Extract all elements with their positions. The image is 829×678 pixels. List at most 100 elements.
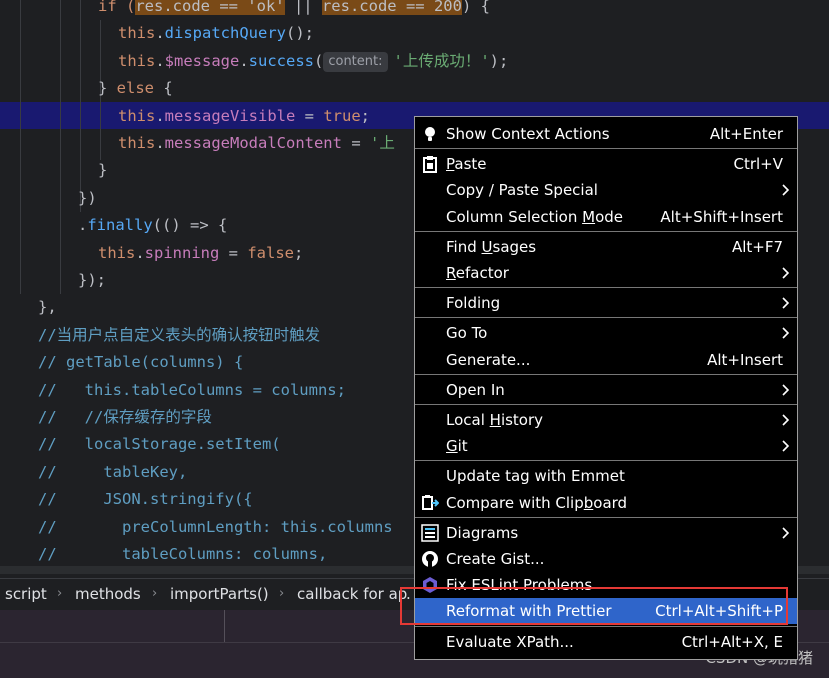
chevron-right-icon: › <box>279 586 285 601</box>
menu-item-label: Show Context Actions <box>446 125 610 143</box>
menu-separator <box>415 148 797 150</box>
code-token: ; <box>294 243 304 262</box>
code-line: }); <box>78 267 106 294</box>
code-token: messageVisible <box>164 106 296 125</box>
code-line: if (res.code == 'ok' || res.code == 200)… <box>98 0 490 20</box>
code-token: ); <box>489 51 509 70</box>
breadcrumb-item-callback[interactable]: callback for ap <box>297 579 407 609</box>
code-token: '上 <box>369 134 395 152</box>
code-token: }, <box>38 298 57 317</box>
code-token: = <box>219 243 248 262</box>
chevron-right-icon <box>781 290 791 316</box>
compare-clipboard-icon <box>421 494 440 512</box>
menu-item-copy-paste-special[interactable]: Copy / Paste Special <box>415 177 797 203</box>
menu-item-label: Copy / Paste Special <box>446 181 598 200</box>
breadcrumb-item-methods[interactable]: methods <box>75 579 141 609</box>
menu-separator <box>415 230 797 232</box>
menu-item-label: Create Gist... <box>446 550 545 568</box>
chevron-right-icon <box>781 520 791 546</box>
code-token: . <box>155 106 165 125</box>
menu-item-label: Update tag with Emmet <box>446 467 625 486</box>
code-token: . <box>135 243 145 262</box>
code-token: { <box>154 79 173 98</box>
menu-item-shortcut: Alt+F7 <box>731 237 783 256</box>
code-token: // getTable(columns) { <box>38 353 244 372</box>
chevron-right-icon: › <box>57 586 63 601</box>
code-token: (); <box>286 24 314 43</box>
chevron-right-icon <box>781 433 791 459</box>
code-token: res.code == 'ok' <box>135 0 285 15</box>
code-token: ) { <box>461 0 490 15</box>
breadcrumb-item-importparts[interactable]: importParts() <box>170 579 269 609</box>
code-line: //当用户点自定义表头的确认按钮时触发 <box>38 322 320 349</box>
indent-guide <box>60 0 61 294</box>
menu-item-column-selection-mode[interactable]: Column Selection Mode Alt+Shift+Insert <box>415 204 797 230</box>
code-token: false <box>247 243 294 262</box>
menu-item-compare-with-clipboard[interactable]: Compare with Clipboard <box>415 490 797 516</box>
code-token: messageModalContent <box>164 134 342 152</box>
code-line: // //保存缓存的字段 <box>38 404 212 431</box>
menu-item-folding[interactable]: Folding <box>415 290 797 316</box>
code-token: success <box>248 51 314 70</box>
menu-item-shortcut: Alt+Enter <box>709 125 783 143</box>
menu-separator <box>415 404 797 405</box>
github-icon <box>421 550 439 568</box>
code-line: this.spinning = false; <box>98 240 303 267</box>
breadcrumb-item-script[interactable]: script <box>5 579 47 609</box>
diagrams-icon <box>421 524 439 542</box>
menu-item-label: Local History <box>446 411 544 429</box>
menu-item-show-context-actions[interactable]: Show Context Actions Alt+Enter <box>415 121 797 147</box>
code-token: || <box>284 0 322 15</box>
menu-item-find-usages[interactable]: Find Usages Alt+F7 <box>415 234 797 260</box>
indent-guide <box>80 0 81 212</box>
menu-item-label: Paste <box>446 155 487 174</box>
menu-item-shortcut: Alt+Shift+Insert <box>660 207 783 226</box>
menu-item-paste[interactable]: Paste Ctrl+V <box>415 151 797 177</box>
code-token: // preColumnLength: this.columns <box>38 517 393 536</box>
menu-item-generate[interactable]: Generate... Alt+Insert <box>415 347 797 373</box>
code-line: this.messageModalContent = '上 <box>118 130 395 157</box>
code-token: // JSON.stringify({ <box>38 490 253 509</box>
code-token: else <box>116 79 154 98</box>
code-line: this.messageVisible = true; <box>118 103 370 130</box>
code-token: (() => { <box>152 216 228 235</box>
code-token: // tableColumns: columns, <box>38 545 328 563</box>
menu-item-create-gist[interactable]: Create Gist... <box>415 546 797 572</box>
code-token: $message <box>164 51 240 70</box>
menu-item-update-tag-with-emmet[interactable]: Update tag with Emmet <box>415 463 797 489</box>
code-token: = <box>295 106 324 125</box>
code-line: // preColumnLength: this.columns <box>38 514 393 541</box>
chevron-right-icon <box>781 407 791 433</box>
menu-item-shortcut: Alt+Insert <box>707 350 783 369</box>
highlight-annotation-box <box>400 587 788 625</box>
menu-item-label: Column Selection Mode <box>446 207 623 226</box>
code-line: // JSON.stringify({ <box>38 486 253 513</box>
code-line: this.$message.success(content: '上传成功！'); <box>118 48 508 75</box>
code-token: = <box>341 134 370 152</box>
menu-item-diagrams[interactable]: Diagrams <box>415 520 797 546</box>
menu-item-label: Compare with Clipboard <box>446 493 628 512</box>
menu-separator <box>415 625 797 627</box>
menu-item-open-in[interactable]: Open In <box>415 377 797 403</box>
menu-item-local-history[interactable]: Local History <box>415 407 797 433</box>
menu-item-go-to[interactable]: Go To <box>415 320 797 346</box>
code-token: ; <box>360 106 370 125</box>
menu-separator <box>415 460 797 462</box>
code-line: }, <box>38 294 57 321</box>
code-token: dispatchQuery <box>164 24 286 43</box>
menu-item-git[interactable]: Git <box>415 433 797 459</box>
code-token: . <box>239 51 249 70</box>
code-token: }); <box>78 271 106 289</box>
code-line: // tableKey, <box>38 459 187 486</box>
code-line: }) <box>78 185 97 212</box>
menu-item-evaluate-xpath[interactable]: Evaluate XPath... Ctrl+Alt+X, E <box>415 629 797 655</box>
menu-item-refactor[interactable]: Refactor <box>415 260 797 286</box>
code-token: true <box>323 106 361 125</box>
menu-separator <box>415 516 797 518</box>
parameter-hint: content: <box>323 51 388 72</box>
menu-separator <box>415 317 797 319</box>
code-token: this <box>118 51 156 70</box>
clipboard-icon <box>421 155 439 174</box>
code-token: spinning <box>144 243 220 262</box>
menu-item-label: Folding <box>446 294 501 313</box>
